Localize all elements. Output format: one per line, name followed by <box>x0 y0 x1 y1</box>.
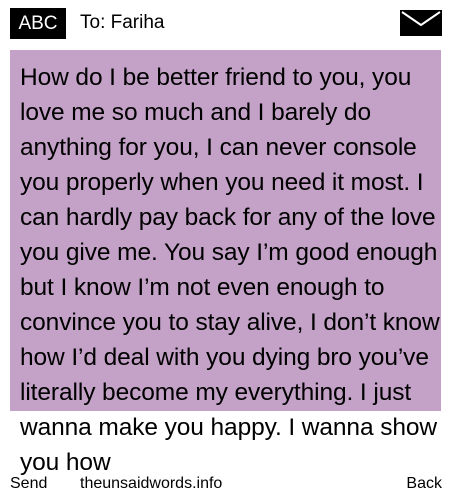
recipient-label: To: Fariha <box>80 12 165 33</box>
send-button[interactable]: Send <box>10 474 47 494</box>
message-header: ABC To: Fariha <box>0 0 450 44</box>
input-mode-badge[interactable]: ABC <box>10 8 66 39</box>
back-button[interactable]: Back <box>406 474 442 494</box>
envelope-icon <box>400 10 442 36</box>
message-body[interactable]: How do I be better friend to you, you lo… <box>20 60 440 480</box>
softkey-bar: Send theunsaidwords.info Back <box>0 470 450 500</box>
site-watermark: theunsaidwords.info <box>80 475 223 492</box>
